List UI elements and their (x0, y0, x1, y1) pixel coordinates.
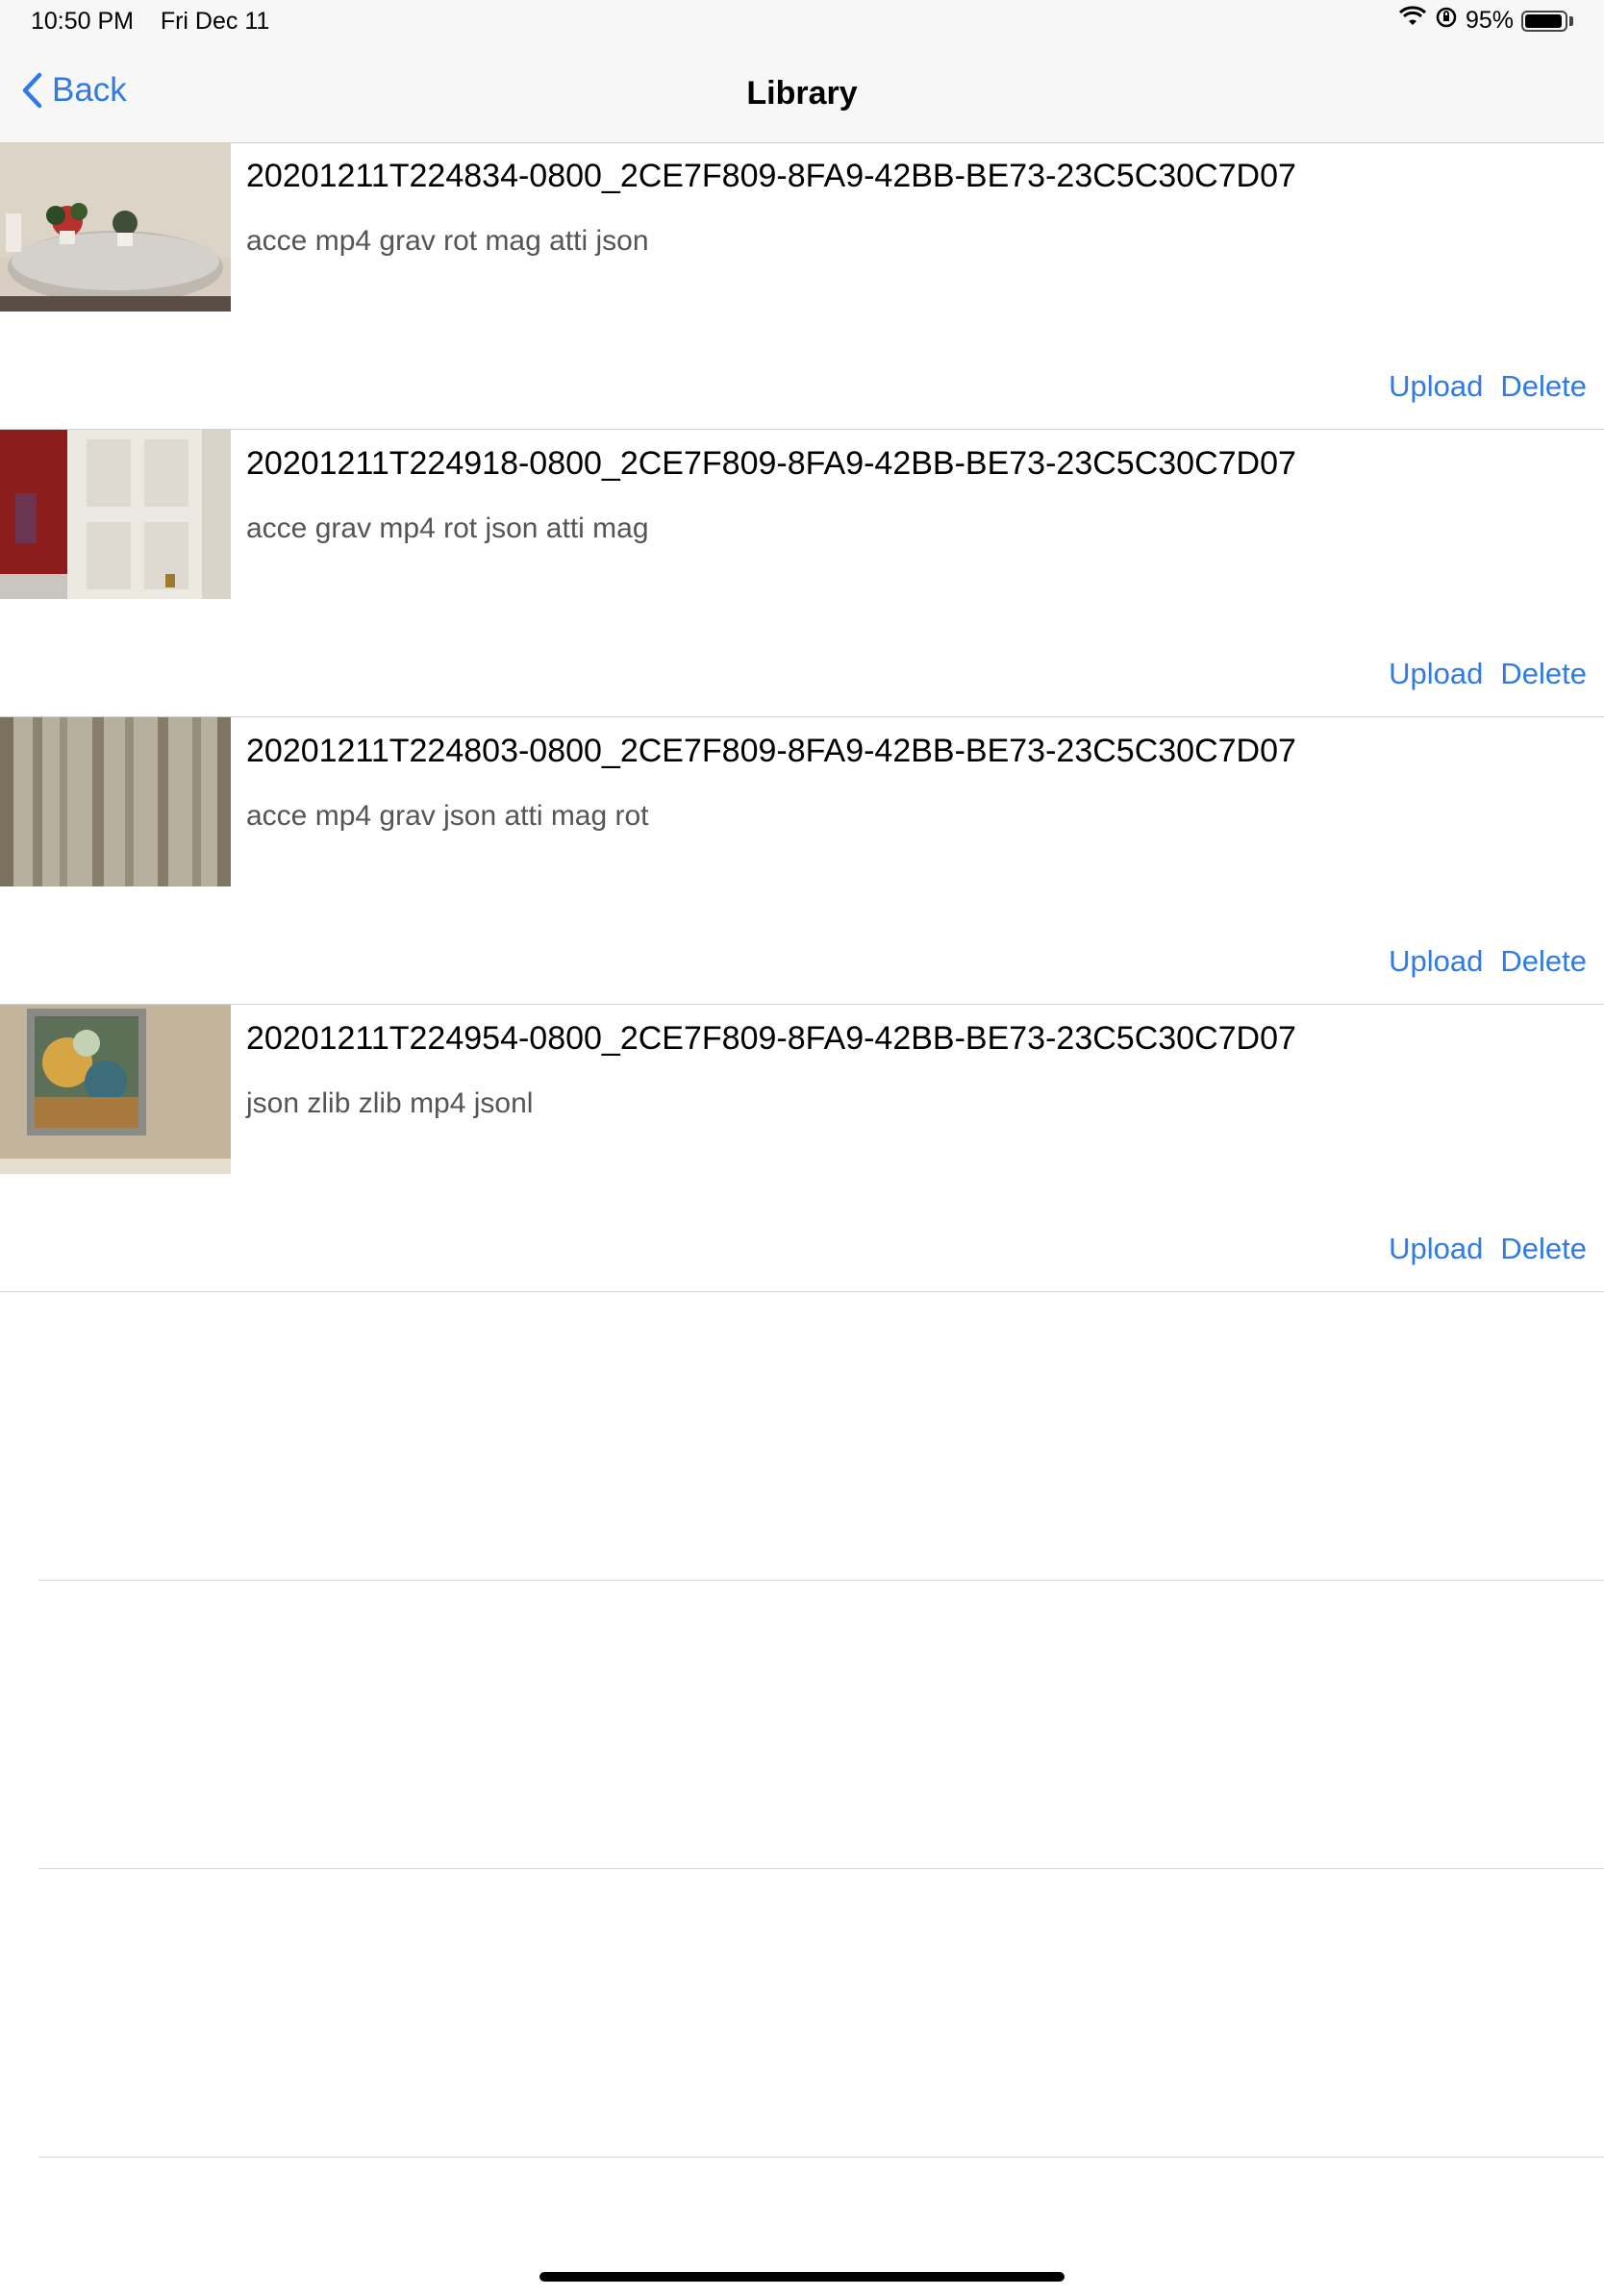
recording-files: json zlib zlib mp4 jsonl (246, 1087, 534, 1119)
date-label: Fri Dec 11 (160, 8, 270, 35)
delete-button[interactable]: Delete (1500, 369, 1587, 404)
list-item[interactable]: 20201211T224918-0800_2CE7F809-8FA9-42BB-… (0, 430, 1604, 717)
delete-button[interactable]: Delete (1500, 944, 1587, 979)
battery-icon (1521, 10, 1567, 32)
list-item[interactable]: 20201211T224834-0800_2CE7F809-8FA9-42BB-… (0, 142, 1604, 430)
upload-button[interactable]: Upload (1389, 657, 1483, 691)
orientation-lock-icon (1435, 6, 1458, 36)
empty-row (0, 1869, 1604, 2158)
recording-files: acce grav mp4 rot json atti mag (246, 512, 649, 544)
row-actions: Upload Delete (1389, 369, 1587, 404)
page-title: Library (746, 75, 858, 112)
recording-title: 20201211T224803-0800_2CE7F809-8FA9-42BB-… (246, 733, 1296, 769)
upload-button[interactable]: Upload (1389, 944, 1483, 979)
list-item[interactable]: 20201211T224954-0800_2CE7F809-8FA9-42BB-… (0, 1005, 1604, 1292)
recording-thumbnail (0, 430, 231, 599)
battery-level (1525, 13, 1562, 28)
empty-row (0, 1581, 1604, 1869)
status-bar-time: 10:50 PM Fri Dec 11 (31, 8, 269, 36)
upload-button[interactable]: Upload (1389, 369, 1483, 404)
battery-cap (1569, 15, 1573, 26)
upload-button[interactable]: Upload (1389, 1232, 1483, 1266)
time-label: 10:50 PM (31, 8, 135, 35)
row-actions: Upload Delete (1389, 657, 1587, 691)
library-list: 20201211T224834-0800_2CE7F809-8FA9-42BB-… (0, 142, 1604, 2158)
status-bar-indicators: 95% (1398, 6, 1573, 36)
wifi-icon (1398, 6, 1427, 36)
recording-thumbnail (0, 1005, 231, 1174)
navigation-bar: 10:50 PM Fri Dec 11 95% Back Library (0, 0, 1604, 143)
delete-button[interactable]: Delete (1500, 1232, 1587, 1266)
recording-files: acce mp4 grav rot mag atti json (246, 225, 649, 257)
recording-files: acce mp4 grav json atti mag rot (246, 800, 649, 832)
recording-thumbnail (0, 717, 231, 886)
row-separator (38, 2157, 1604, 2158)
recording-title: 20201211T224954-0800_2CE7F809-8FA9-42BB-… (246, 1020, 1296, 1057)
recording-title: 20201211T224918-0800_2CE7F809-8FA9-42BB-… (246, 445, 1296, 482)
recording-thumbnail (0, 142, 231, 312)
empty-row (0, 1292, 1604, 1581)
row-actions: Upload Delete (1389, 1232, 1587, 1266)
home-indicator[interactable] (539, 2272, 1065, 2282)
delete-button[interactable]: Delete (1500, 657, 1587, 691)
list-item[interactable]: 20201211T224803-0800_2CE7F809-8FA9-42BB-… (0, 717, 1604, 1005)
battery-percent: 95% (1465, 7, 1514, 34)
recording-title: 20201211T224834-0800_2CE7F809-8FA9-42BB-… (246, 158, 1296, 194)
row-actions: Upload Delete (1389, 944, 1587, 979)
